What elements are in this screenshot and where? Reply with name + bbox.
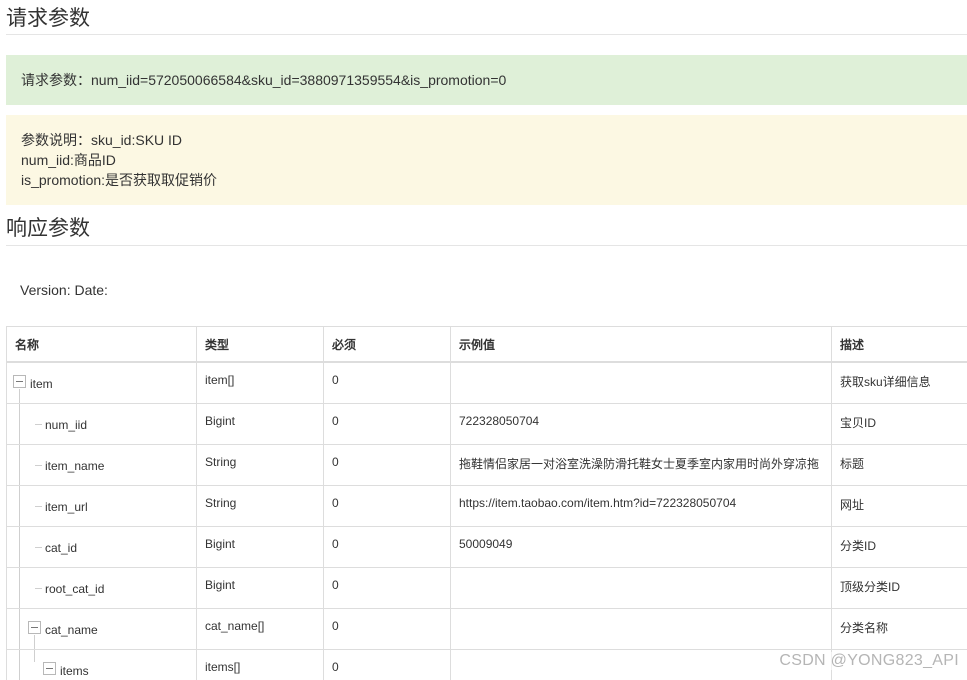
type-cell: Bigint bbox=[196, 402, 324, 445]
response-title-divider bbox=[6, 245, 967, 246]
type-cell: cat_name[] bbox=[196, 607, 324, 650]
field-name: root_cat_id bbox=[45, 581, 105, 596]
example-cell bbox=[450, 361, 832, 404]
response-params-table: 名称 类型 必须 示例值 描述 item item[] 0 获取sku详细信息 … bbox=[6, 326, 967, 680]
description-cell: 分类名称 bbox=[831, 607, 967, 650]
name-cell: root_cat_id bbox=[6, 566, 197, 609]
tree-line bbox=[35, 505, 42, 507]
name-cell: item_url bbox=[6, 484, 197, 527]
table-row: item_name String 0 拖鞋情侣家居一对浴室洗澡防滑托鞋女士夏季室… bbox=[6, 443, 967, 486]
description-cell: 分类ID bbox=[831, 525, 967, 568]
description-cell: 获取sku详细信息 bbox=[831, 361, 967, 404]
description-cell: 顶级分类ID bbox=[831, 566, 967, 609]
field-name: item_name bbox=[45, 458, 105, 473]
field-name: item_url bbox=[45, 499, 88, 514]
required-cell: 0 bbox=[323, 607, 451, 650]
collapse-toggle-icon[interactable] bbox=[43, 661, 56, 675]
tree-line bbox=[19, 388, 20, 403]
tree-line bbox=[19, 445, 20, 484]
version-line: Version: Date: bbox=[20, 282, 108, 298]
tree-line bbox=[19, 404, 20, 443]
tree-line bbox=[35, 464, 42, 466]
tree-line bbox=[35, 423, 42, 425]
column-header-description: 描述 bbox=[831, 326, 967, 363]
example-cell: https://item.taobao.com/item.htm?id=7223… bbox=[450, 484, 832, 527]
required-cell: 0 bbox=[323, 525, 451, 568]
tree-line bbox=[35, 546, 42, 548]
tree-line bbox=[19, 568, 20, 607]
tree-line bbox=[35, 587, 42, 589]
description-cell: 网址 bbox=[831, 484, 967, 527]
table-row: cat_name cat_name[] 0 分类名称 bbox=[6, 607, 967, 650]
tree-line bbox=[34, 650, 35, 662]
required-cell: 0 bbox=[323, 361, 451, 404]
param-note-sku-id: 参数说明：sku_id:SKU ID bbox=[21, 132, 183, 148]
name-cell: num_iid bbox=[6, 402, 197, 445]
table-row: item item[] 0 获取sku详细信息 bbox=[6, 361, 967, 404]
type-cell: String bbox=[196, 443, 324, 486]
required-cell: 0 bbox=[323, 484, 451, 527]
type-cell: String bbox=[196, 484, 324, 527]
api-doc-page: 请求参数 请求参数：num_iid=572050066584&sku_id=38… bbox=[0, 0, 967, 680]
example-cell bbox=[450, 566, 832, 609]
tree-line bbox=[19, 650, 20, 680]
request-params-box: 请求参数：num_iid=572050066584&sku_id=3880971… bbox=[6, 55, 967, 105]
table-header-row: 名称 类型 必须 示例值 描述 bbox=[6, 326, 967, 363]
example-cell: 722328050704 bbox=[450, 402, 832, 445]
table-row: num_iid Bigint 0 722328050704 宝贝ID bbox=[6, 402, 967, 445]
field-name: item bbox=[30, 376, 53, 391]
description-cell: 标题 bbox=[831, 443, 967, 486]
name-cell: cat_id bbox=[6, 525, 197, 568]
request-params-title: 请求参数 bbox=[6, 7, 90, 30]
name-cell: item bbox=[6, 361, 197, 404]
param-note-is-promotion: is_promotion:是否获取取促销价 bbox=[21, 172, 218, 188]
type-cell: items[] bbox=[196, 648, 324, 680]
name-cell: item_name bbox=[6, 443, 197, 486]
type-cell: Bigint bbox=[196, 525, 324, 568]
table-row: root_cat_id Bigint 0 顶级分类ID bbox=[6, 566, 967, 609]
type-cell: item[] bbox=[196, 361, 324, 404]
column-header-name: 名称 bbox=[6, 326, 197, 363]
param-notes-box: 参数说明：sku_id:SKU ID num_iid:商品ID is_promo… bbox=[6, 115, 967, 205]
required-cell: 0 bbox=[323, 566, 451, 609]
tree-line bbox=[19, 486, 20, 525]
tree-line bbox=[19, 527, 20, 566]
request-params-line: 请求参数：num_iid=572050066584&sku_id=3880971… bbox=[21, 72, 507, 88]
column-header-type: 类型 bbox=[196, 326, 324, 363]
collapse-toggle-icon[interactable] bbox=[13, 374, 26, 388]
table-row: cat_id Bigint 0 50009049 分类ID bbox=[6, 525, 967, 568]
request-title-divider bbox=[6, 34, 967, 35]
collapse-toggle-icon[interactable] bbox=[28, 620, 41, 634]
column-header-required: 必须 bbox=[323, 326, 451, 363]
param-note-num-iid: num_iid:商品ID bbox=[21, 152, 116, 168]
csdn-watermark: CSDN @YONG823_API bbox=[777, 652, 961, 670]
tree-line bbox=[34, 634, 35, 648]
tree-line bbox=[19, 609, 20, 648]
field-name: items bbox=[60, 663, 89, 678]
field-name: cat_id bbox=[45, 540, 78, 555]
field-name: cat_name bbox=[45, 622, 98, 637]
column-header-example: 示例值 bbox=[450, 326, 832, 363]
name-cell: items bbox=[6, 648, 197, 680]
field-name: num_iid bbox=[45, 417, 88, 432]
example-cell: 50009049 bbox=[450, 525, 832, 568]
description-cell: 宝贝ID bbox=[831, 402, 967, 445]
example-cell bbox=[450, 607, 832, 650]
type-cell: Bigint bbox=[196, 566, 324, 609]
example-cell: 拖鞋情侣家居一对浴室洗澡防滑托鞋女士夏季室内家用时尚外穿凉拖 bbox=[450, 443, 832, 486]
name-cell: cat_name bbox=[6, 607, 197, 650]
required-cell: 0 bbox=[323, 443, 451, 486]
required-cell: 0 bbox=[323, 402, 451, 445]
response-params-title: 响应参数 bbox=[6, 217, 90, 240]
table-row: item_url String 0 https://item.taobao.co… bbox=[6, 484, 967, 527]
required-cell: 0 bbox=[323, 648, 451, 680]
example-cell bbox=[450, 648, 832, 680]
